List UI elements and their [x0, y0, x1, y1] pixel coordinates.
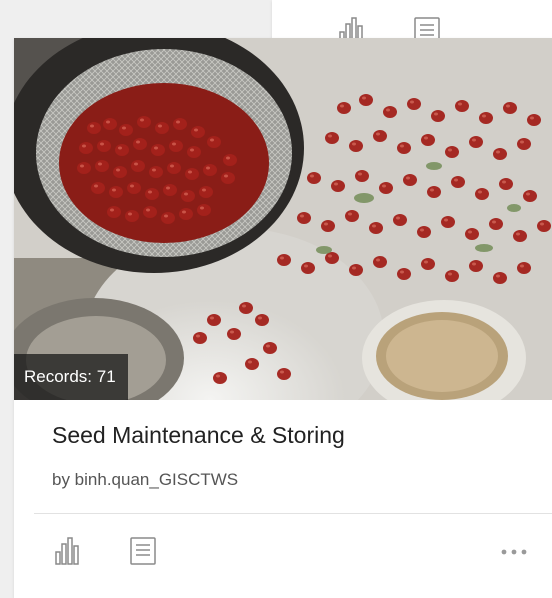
- survey-owner: by binh.quan_GISCTWS: [52, 470, 239, 489]
- survey-title[interactable]: Seed Maintenance & Storing: [52, 422, 345, 449]
- records-count-badge: Records: 71: [14, 354, 128, 400]
- survey-thumbnail[interactable]: Records: 71: [14, 38, 552, 400]
- more-options-button[interactable]: [494, 534, 534, 570]
- card-actions: [52, 534, 160, 573]
- details-icon[interactable]: [126, 534, 160, 573]
- chart-icon[interactable]: [52, 534, 86, 573]
- survey-card[interactable]: Records: 71 Seed Maintenance & Storing b…: [14, 38, 552, 598]
- more-icon: [501, 549, 527, 555]
- card-divider: [34, 513, 552, 514]
